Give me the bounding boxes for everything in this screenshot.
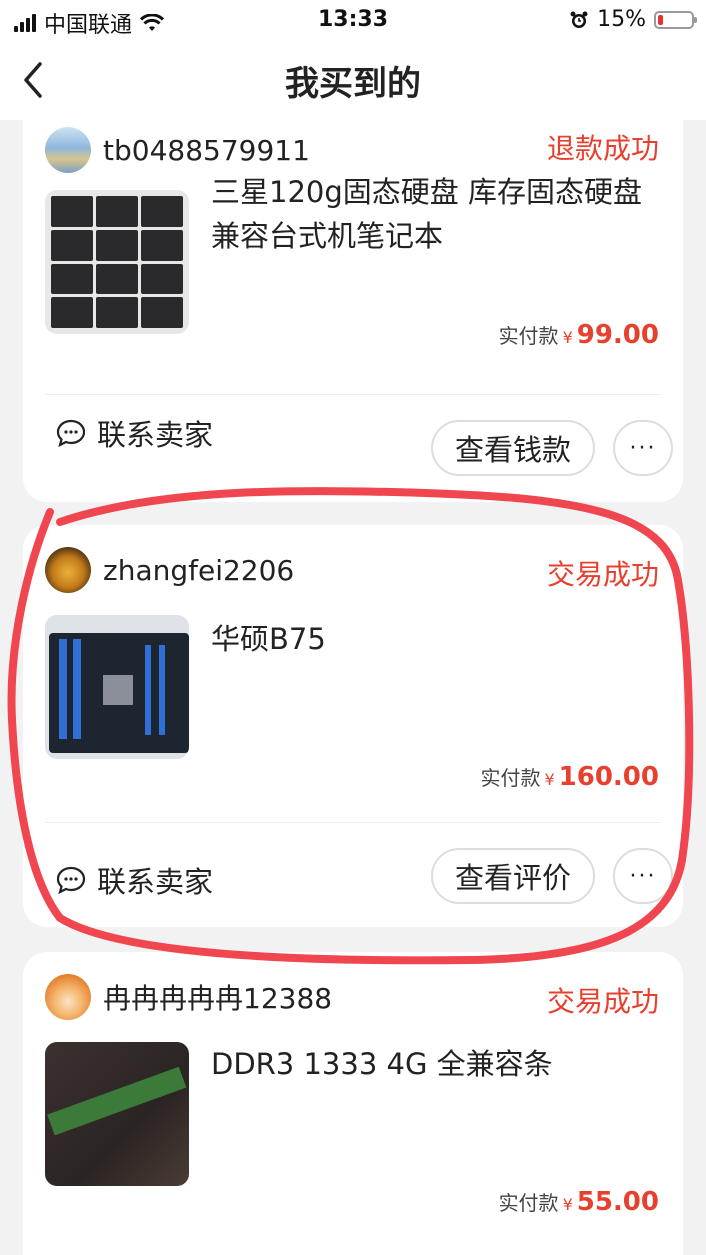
shop-header[interactable]: zhangfei2206 — [45, 540, 294, 600]
contact-seller-button[interactable]: 联系卖家 — [55, 859, 213, 901]
view-refund-button[interactable]: 查看钱款 — [431, 420, 595, 476]
product-title[interactable]: 三星120g固态硬盘 库存固态硬盘 兼容台式机笔记本 — [211, 170, 651, 258]
battery-level — [658, 14, 663, 25]
contact-seller-label: 联系卖家 — [97, 865, 214, 899]
paid-label: 实付款 — [498, 324, 559, 348]
more-options-button[interactable]: ··· — [613, 848, 673, 904]
product-image[interactable] — [45, 1042, 189, 1186]
shop-avatar — [45, 127, 91, 173]
shop-header[interactable]: 冉冉冉冉冉12388 — [45, 967, 332, 1027]
shop-name: zhangfei2206 — [103, 553, 295, 587]
paid-label: 实付款 — [498, 1191, 559, 1215]
order-status: 交易成功 — [546, 985, 659, 1018]
paid-label: 实付款 — [480, 766, 541, 790]
status-right: 15% — [569, 7, 697, 32]
currency-symbol: ¥ — [562, 328, 573, 347]
product-title[interactable]: DDR3 1333 4G 全兼容条 — [211, 1042, 651, 1086]
divider — [45, 822, 661, 823]
currency-symbol: ¥ — [562, 1195, 573, 1214]
paid-value: 55.00 — [576, 1187, 659, 1217]
paid-amount: 实付款 ¥ 55.00 — [499, 1187, 659, 1217]
battery-percent: 15% — [597, 7, 646, 32]
order-list: tb0488579911 退款成功 三星120g固态硬盘 库存固态硬盘 兼容台式… — [0, 120, 706, 1255]
product-image[interactable] — [45, 190, 189, 334]
status-bar: 中国联通 13:33 15% — [0, 0, 706, 42]
battery-icon — [654, 10, 697, 29]
contact-seller-button[interactable]: 联系卖家 — [55, 412, 213, 454]
nav-bar: 我买到的 — [0, 42, 706, 120]
shop-avatar — [45, 974, 91, 1020]
currency-symbol: ¥ — [544, 770, 555, 789]
shop-name: 冉冉冉冉冉12388 — [103, 982, 333, 1015]
contact-seller-label: 联系卖家 — [97, 418, 214, 452]
paid-amount: 实付款 ¥ 99.00 — [499, 320, 659, 350]
more-options-button[interactable]: ··· — [613, 420, 673, 476]
order-status: 退款成功 — [546, 132, 659, 165]
paid-value: 160.00 — [558, 762, 659, 792]
order-card[interactable]: zhangfei2206 交易成功 华硕B75 实付款 ¥ 160.00 联系卖… — [23, 525, 683, 927]
shop-name: tb0488579911 — [103, 133, 310, 167]
product-title[interactable]: 华硕B75 — [211, 617, 651, 661]
paid-value: 99.00 — [576, 320, 659, 350]
view-review-button[interactable]: 查看评价 — [431, 848, 595, 904]
order-card[interactable]: 冉冉冉冉冉12388 交易成功 DDR3 1333 4G 全兼容条 实付款 ¥ … — [23, 952, 683, 1255]
order-card[interactable]: tb0488579911 退款成功 三星120g固态硬盘 库存固态硬盘 兼容台式… — [23, 120, 683, 502]
shop-avatar — [45, 547, 91, 593]
page-title: 我买到的 — [285, 64, 421, 104]
paid-amount: 实付款 ¥ 160.00 — [480, 762, 659, 792]
divider — [45, 394, 661, 395]
order-status: 交易成功 — [546, 558, 659, 591]
chat-bubble-icon — [56, 866, 86, 895]
alarm-icon — [570, 11, 588, 28]
chat-bubble-icon — [56, 419, 86, 448]
product-image[interactable] — [45, 615, 189, 759]
